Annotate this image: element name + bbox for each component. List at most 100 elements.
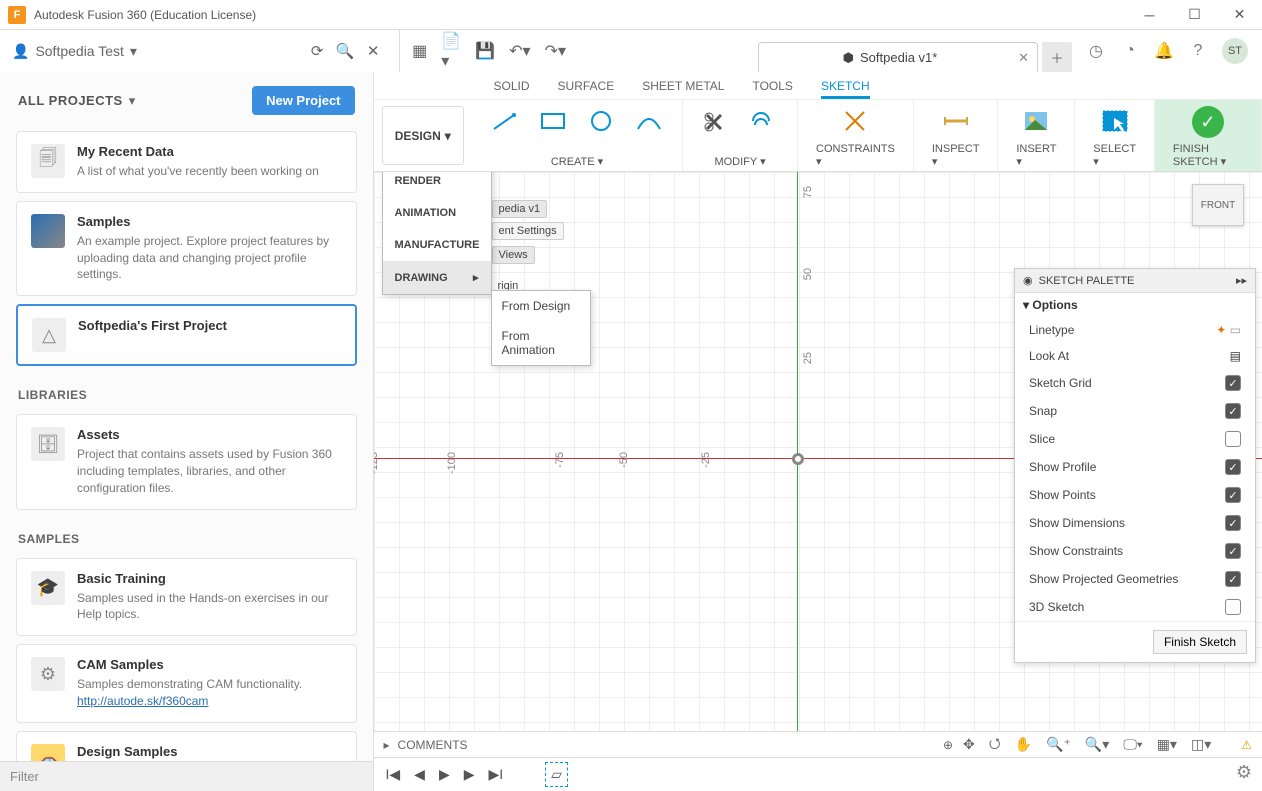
workspace-switcher[interactable]: DESIGN▾ (382, 106, 465, 165)
group-label: CREATE ▾ (551, 155, 603, 168)
finish-sketch-button[interactable]: Finish Sketch (1153, 630, 1247, 654)
timeline-end-icon[interactable]: ▶I (487, 766, 506, 783)
grid-view-icon[interactable]: ▦ (412, 41, 427, 61)
display-icon[interactable]: 🖵▾ (1121, 736, 1144, 753)
sample-card-design[interactable]: 🚗 Design Samples (16, 731, 357, 761)
close-window-button[interactable]: ✕ (1217, 0, 1262, 30)
ribbon-group-finish-sketch[interactable]: ✓ FINISH SKETCH ▾ (1155, 100, 1262, 171)
checkbox[interactable] (1225, 431, 1241, 447)
menu-item-drawing[interactable]: DRAWING▸ (383, 261, 491, 294)
close-tab-icon[interactable]: ✕ (1018, 50, 1029, 66)
warning-icon[interactable]: ⚠ (1241, 738, 1252, 752)
bullet-icon: ◉ (1023, 274, 1033, 287)
project-card-first[interactable]: △ Softpedia's First Project (16, 304, 357, 366)
tree-node-settings[interactable]: ent Settings (492, 222, 564, 240)
timeline-prev-icon[interactable]: ◀ (412, 766, 427, 783)
new-tab-button[interactable]: ＋ (1042, 42, 1072, 72)
submenu-from-design[interactable]: From Design (492, 291, 590, 321)
close-panel-button[interactable]: ✕ (359, 37, 387, 65)
extensions-icon[interactable]: ◷ (1086, 41, 1106, 61)
checkbox[interactable]: ✓ (1225, 543, 1241, 559)
checkbox[interactable]: ✓ (1225, 571, 1241, 587)
grid-settings-icon[interactable]: ▦▾ (1155, 736, 1179, 753)
ribbon-tab-sketch[interactable]: SKETCH (821, 73, 870, 99)
comments-label[interactable]: COMMENTS (398, 738, 468, 752)
fit-icon[interactable]: 🔍▾ (1083, 736, 1111, 753)
constraint-icon[interactable] (840, 106, 870, 136)
menu-item-manufacture[interactable]: MANUFACTURE (383, 229, 491, 261)
look-icon[interactable]: ⭯ (987, 733, 1003, 757)
add-comment-icon[interactable]: ⊕ (943, 738, 953, 752)
project-icon: △ (32, 318, 66, 352)
redo-icon[interactable]: ↷▾ (545, 41, 566, 61)
insert-icon[interactable] (1021, 106, 1051, 136)
all-projects-label[interactable]: ALL PROJECTS (18, 93, 123, 108)
ribbon-tab-surface[interactable]: SURFACE (558, 73, 615, 99)
offset-tool-icon[interactable] (749, 106, 779, 136)
ribbon-group-inspect: INSPECT ▾ (914, 100, 998, 171)
filter-placeholder: Filter (10, 769, 39, 784)
window-titlebar: F Autodesk Fusion 360 (Education License… (0, 0, 1262, 30)
pan-icon[interactable]: ✋ (1013, 736, 1034, 753)
search-button[interactable]: 🔍 (331, 37, 359, 65)
viewport-icon[interactable]: ◫▾ (1189, 736, 1213, 753)
user-avatar[interactable]: ST (1222, 38, 1248, 64)
card-desc: Samples demonstrating CAM functionality.… (77, 676, 302, 710)
menu-item-render[interactable]: RENDER (383, 172, 491, 197)
timeline-feature-sketch[interactable]: ▱ (545, 762, 568, 787)
timeline-play-icon[interactable]: ▶ (437, 766, 452, 783)
save-icon[interactable]: 💾 (475, 41, 495, 61)
select-icon[interactable] (1100, 106, 1130, 136)
help-icon[interactable]: ? (1188, 41, 1208, 61)
maximize-button[interactable]: ☐ (1172, 0, 1217, 30)
undo-icon[interactable]: ↶▾ (509, 41, 530, 61)
file-menu-icon[interactable]: 📄▾ (441, 31, 461, 71)
zoom-icon[interactable]: 🔍⁺ (1044, 736, 1073, 753)
notifications-icon[interactable]: 🔔 (1154, 41, 1174, 61)
ribbon-tab-sheet-metal[interactable]: SHEET METAL (642, 73, 724, 99)
filter-input[interactable]: Filter (0, 761, 373, 791)
rectangle-tool-icon[interactable] (538, 106, 568, 136)
submenu-from-animation[interactable]: From Animation (492, 321, 590, 365)
palette-row: Show Points✓ (1015, 481, 1255, 509)
look-at-icon[interactable]: ▤ (1230, 349, 1241, 363)
sample-card-basic-training[interactable]: 🎓 Basic Training Samples used in the Han… (16, 558, 357, 637)
checkbox[interactable]: ✓ (1225, 403, 1241, 419)
canvas[interactable]: -125 -100 -75 -50 -25 75 50 25 pedia v1 … (374, 172, 1262, 731)
orbit-icon[interactable]: ✥ (961, 736, 977, 753)
library-card-assets[interactable]: 🗄 Assets Project that contains assets us… (16, 414, 357, 509)
settings-gear-icon[interactable]: ⚙ (1236, 762, 1252, 783)
document-tab[interactable]: ⬢ Softpedia v1* ✕ (758, 42, 1038, 72)
trim-tool-icon[interactable] (701, 106, 731, 136)
measure-icon[interactable] (941, 106, 971, 136)
line-tool-icon[interactable] (490, 106, 520, 136)
menu-item-animation[interactable]: ANIMATION (383, 197, 491, 229)
new-project-button[interactable]: New Project (252, 86, 354, 115)
checkbox[interactable]: ✓ (1225, 487, 1241, 503)
arc-tool-icon[interactable] (634, 106, 664, 136)
project-card-recent[interactable]: 🗐 My Recent Data A list of what you've r… (16, 131, 357, 193)
minimize-button[interactable]: ─ (1127, 0, 1172, 30)
ribbon-tab-solid[interactable]: SOLID (494, 73, 530, 99)
timeline-start-icon[interactable]: I◀ (384, 766, 403, 783)
checkbox[interactable]: ✓ (1225, 375, 1241, 391)
project-card-samples[interactable]: Samples An example project. Explore proj… (16, 201, 357, 296)
checkbox[interactable]: ✓ (1225, 515, 1241, 531)
circle-tool-icon[interactable] (586, 106, 616, 136)
sample-card-cam[interactable]: ⚙ CAM Samples Samples demonstrating CAM … (16, 644, 357, 723)
chevron-right-icon[interactable]: ▸ (384, 738, 390, 752)
timeline-next-icon[interactable]: ▶ (462, 766, 477, 783)
options-header[interactable]: ▾ Options (1015, 293, 1255, 317)
checkbox[interactable] (1225, 599, 1241, 615)
expand-icon[interactable]: ▸▸ (1236, 274, 1247, 287)
tree-node-views[interactable]: Views (492, 246, 535, 264)
linetype-icons[interactable]: ✦ ▭ (1216, 323, 1241, 337)
cam-link[interactable]: http://autode.sk/f360cam (77, 694, 208, 708)
refresh-button[interactable]: ⟳ (303, 37, 331, 65)
checkbox[interactable]: ✓ (1225, 459, 1241, 475)
tree-node-doc[interactable]: pedia v1 (492, 200, 548, 218)
view-cube[interactable]: FRONT (1192, 184, 1244, 226)
user-menu[interactable]: 👤 Softpedia Test ▾ (12, 43, 137, 60)
ribbon-tab-tools[interactable]: TOOLS (752, 73, 792, 99)
job-status-icon[interactable]: ◔ (1120, 41, 1140, 61)
